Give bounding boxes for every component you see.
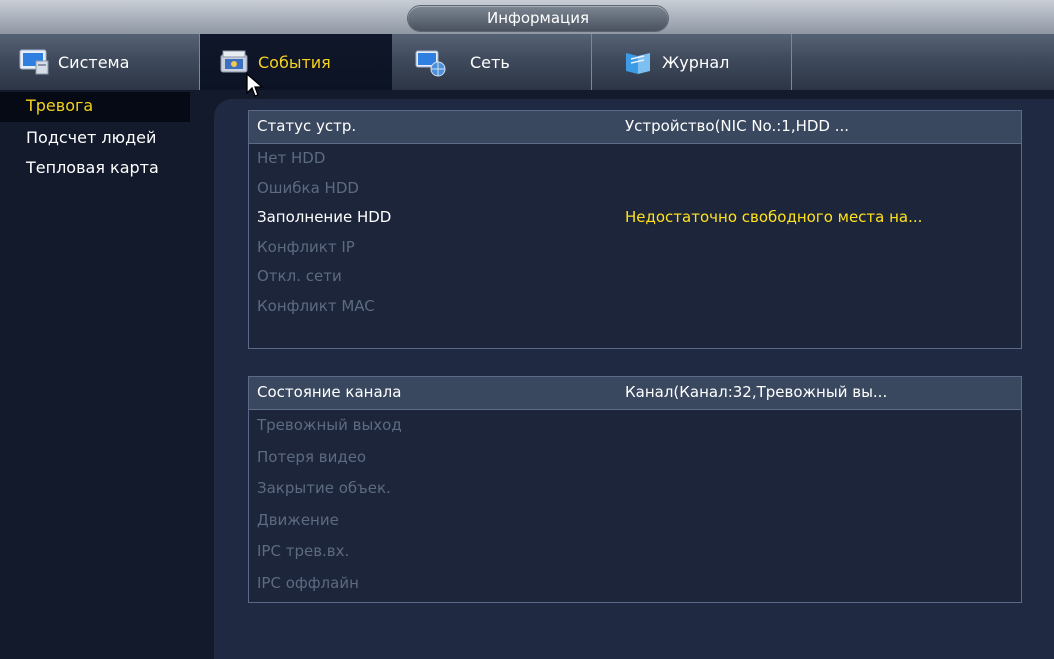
device-status-summary: Устройство(NIC No.:1,HDD ... bbox=[625, 117, 850, 135]
row-name: IPC трев.вх. bbox=[257, 542, 350, 560]
log-icon bbox=[622, 47, 654, 77]
row-name: Закрытие объек. bbox=[257, 479, 391, 497]
window-title: Информация bbox=[408, 6, 668, 31]
tab-bar: Система События Сеть Журнал bbox=[0, 34, 1054, 90]
row-name: Конфликт MAC bbox=[257, 296, 375, 315]
row-name: Нет HDD bbox=[257, 149, 326, 167]
sidebar-item-people-count[interactable]: Подсчет людей bbox=[0, 124, 195, 154]
table-row: IPC трев.вх. bbox=[249, 536, 1021, 568]
network-icon bbox=[414, 47, 446, 77]
tab-network[interactable]: Сеть bbox=[392, 34, 592, 90]
mouse-cursor-icon bbox=[245, 72, 265, 99]
tab-system-label: Система bbox=[58, 52, 130, 72]
table-row: Потеря видео bbox=[249, 442, 1021, 474]
table-row: IPC оффлайн bbox=[249, 568, 1021, 600]
table-row: Тревожный выход bbox=[249, 410, 1021, 442]
channel-status-summary: Канал(Канал:32,Тревожный вы... bbox=[625, 383, 888, 401]
row-name: IPC оффлайн bbox=[257, 573, 359, 592]
channel-status-table: Состояние канала Канал(Канал:32,Тревожны… bbox=[248, 376, 1022, 603]
tab-log-label: Журнал bbox=[662, 52, 730, 72]
tab-log[interactable]: Журнал bbox=[592, 34, 792, 90]
tab-events[interactable]: События bbox=[200, 34, 392, 90]
table-row: Ошибка HDD bbox=[249, 174, 1021, 204]
row-value-alarm: Недостаточно свободного места на... bbox=[625, 208, 923, 227]
table-row: Движение bbox=[249, 505, 1021, 537]
sidebar-item-heat-map[interactable]: Тепловая карта bbox=[0, 154, 195, 184]
channel-status-title: Состояние канала bbox=[257, 383, 402, 401]
tab-system[interactable]: Система bbox=[0, 34, 200, 90]
row-name: Заполнение HDD bbox=[257, 208, 392, 227]
row-name: Ошибка HDD bbox=[257, 178, 359, 197]
table-row: Откл. сети bbox=[249, 262, 1021, 292]
sidebar-item-alarm[interactable]: Тревога bbox=[0, 92, 190, 122]
device-status-table: Статус устр. Устройство(NIC No.:1,HDD ..… bbox=[248, 110, 1022, 349]
device-status-title: Статус устр. bbox=[257, 117, 357, 135]
tab-network-label: Сеть bbox=[470, 52, 510, 72]
table-row: Конфликт IP bbox=[249, 233, 1021, 263]
table-row: Нет HDD bbox=[249, 144, 1021, 174]
system-monitor-icon bbox=[18, 47, 50, 77]
row-name: Тревожный выход bbox=[257, 416, 402, 434]
tab-events-label: События bbox=[258, 52, 331, 72]
row-name: Потеря видео bbox=[257, 447, 367, 466]
table-row: Закрытие объек. bbox=[249, 473, 1021, 505]
info-window: Информация Система События Сеть Журнал Т… bbox=[0, 0, 1054, 659]
table-row: Заполнение HDD Недостаточно свободного м… bbox=[249, 203, 1021, 233]
title-bar: Информация bbox=[0, 0, 1054, 34]
row-name: Движение bbox=[257, 510, 339, 529]
row-name: Откл. сети bbox=[257, 267, 342, 286]
row-name: Конфликт IP bbox=[257, 237, 355, 256]
table-row: Конфликт MAC bbox=[249, 292, 1021, 322]
device-status-header: Статус устр. Устройство(NIC No.:1,HDD ..… bbox=[249, 111, 1021, 144]
channel-status-header: Состояние канала Канал(Канал:32,Тревожны… bbox=[249, 377, 1021, 410]
